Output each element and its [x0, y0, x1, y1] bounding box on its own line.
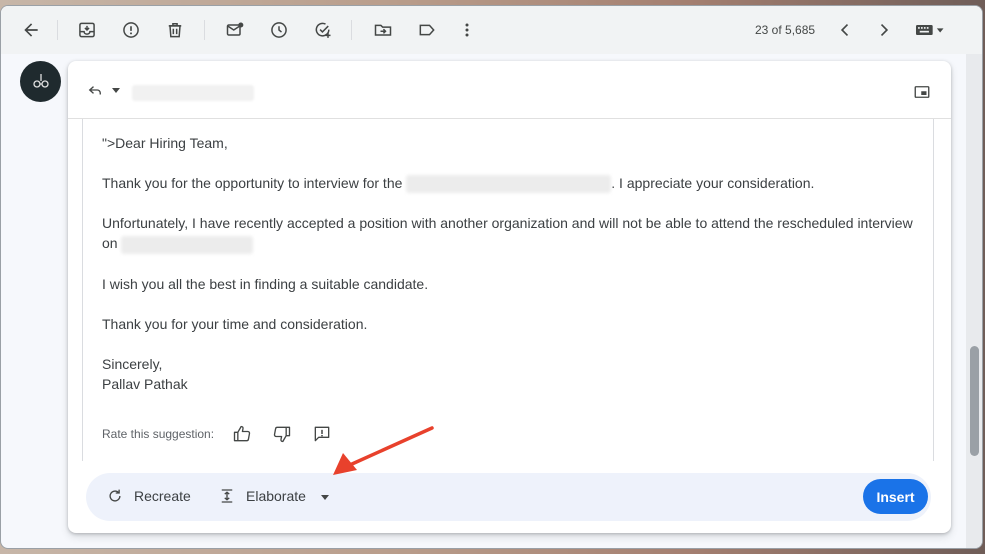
reply-icon — [88, 86, 101, 95]
older-icon[interactable] — [872, 18, 896, 42]
page-scrollbar-track[interactable] — [966, 54, 982, 548]
email-paragraph-2: Unfortunately, I have recently accepted … — [102, 213, 922, 254]
elaborate-label: Elaborate — [246, 488, 306, 504]
sender-avatar — [20, 61, 61, 102]
email-body[interactable]: ">Dear Hiring Team, Thank you for the op… — [102, 133, 922, 414]
compose-header — [68, 61, 951, 119]
redacted-date — [121, 235, 254, 254]
move-to-icon[interactable] — [371, 18, 395, 42]
gmail-window: 23 of 5,685 ">Dear Hiring Team, Thank yo… — [0, 5, 983, 549]
elaborate-button[interactable]: Elaborate — [218, 487, 306, 505]
rate-suggestion-row: Rate this suggestion: — [102, 424, 332, 444]
reply-type-button[interactable] — [86, 81, 120, 99]
thumbs-up-icon[interactable] — [232, 424, 252, 444]
chevron-down-icon — [112, 87, 120, 93]
para1-end-text: . I appreciate your consideration. — [611, 175, 815, 191]
back-arrow-icon[interactable] — [19, 18, 43, 42]
snooze-icon[interactable] — [267, 18, 291, 42]
recreate-button[interactable]: Recreate — [106, 487, 191, 505]
add-task-icon[interactable] — [311, 18, 335, 42]
reply-compose-card: ">Dear Hiring Team, Thank you for the op… — [68, 61, 951, 533]
email-greeting: ">Dear Hiring Team, — [102, 135, 228, 151]
thumbs-down-icon[interactable] — [272, 424, 292, 444]
newer-icon[interactable] — [833, 18, 857, 42]
label-icon[interactable] — [415, 18, 439, 42]
recipient-field-redacted[interactable] — [132, 85, 254, 101]
message-toolbar: 23 of 5,685 — [1, 6, 982, 54]
email-closing: Sincerely, — [102, 355, 163, 372]
report-spam-icon[interactable] — [119, 18, 143, 42]
archive-icon[interactable] — [75, 18, 99, 42]
refine-options-dropdown-icon[interactable] — [321, 495, 329, 500]
delete-icon[interactable] — [163, 18, 187, 42]
email-paragraph-1: Thank you for the opportunity to intervi… — [102, 173, 922, 194]
page-scrollbar-thumb[interactable] — [970, 346, 979, 456]
email-signature: Pallav Pathak — [102, 375, 188, 392]
recreate-label: Recreate — [134, 488, 191, 504]
para1-start-text: Thank you for the opportunity to intervi… — [102, 175, 407, 191]
help-me-write-action-bar: Recreate Elaborate Insert — [86, 473, 931, 521]
pop-out-icon[interactable] — [913, 83, 931, 101]
insert-button[interactable]: Insert — [863, 479, 928, 514]
expand-vertical-icon — [221, 489, 233, 503]
redacted-position — [406, 175, 612, 194]
refresh-icon — [109, 489, 121, 502]
email-paragraph-4: Thank you for your time and consideratio… — [102, 315, 368, 332]
report-feedback-icon[interactable] — [312, 424, 332, 444]
email-paragraph-3: I wish you all the best in finding a sui… — [102, 275, 429, 292]
mark-unread-icon[interactable] — [223, 18, 247, 42]
message-counter: 23 of 5,685 — [755, 23, 816, 37]
more-options-icon[interactable] — [455, 18, 479, 42]
glasses-icon — [32, 73, 49, 88]
rate-suggestion-label: Rate this suggestion: — [102, 427, 215, 441]
input-tools-icon[interactable] — [911, 18, 951, 42]
